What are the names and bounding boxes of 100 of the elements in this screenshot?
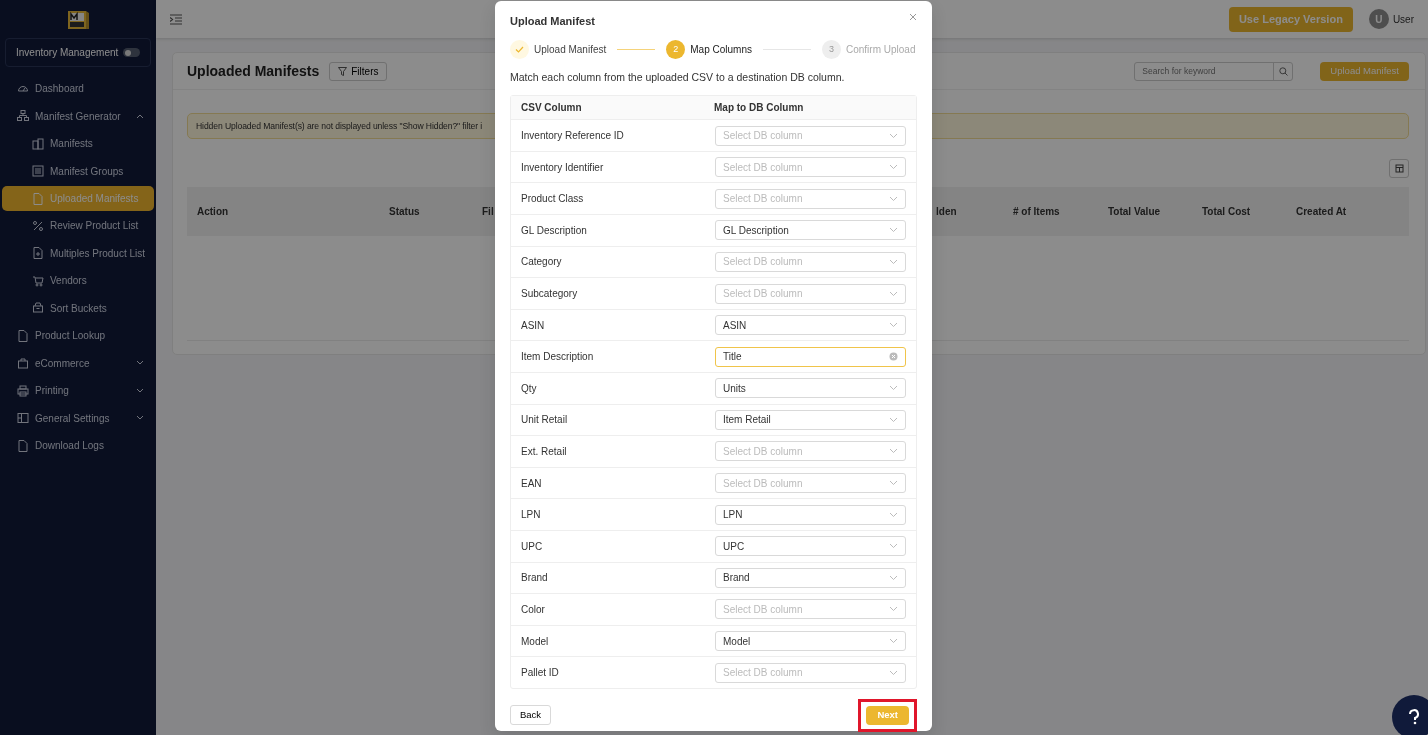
- step-label: Map Columns: [690, 43, 752, 57]
- chevron-down-icon: [889, 164, 898, 171]
- column-header: Action: [196, 205, 230, 219]
- filter-icon: [338, 66, 348, 76]
- document-icon: [17, 439, 29, 452]
- clear-icon: [889, 352, 898, 362]
- chevron-down-icon: [889, 511, 898, 518]
- column-header: Total Cost: [1201, 205, 1252, 219]
- column-select[interactable]: LPN: [715, 504, 906, 525]
- column-select[interactable]: UPC: [715, 536, 906, 557]
- filters-button[interactable]: Filters: [329, 61, 388, 81]
- nav-item[interactable]: eCommerce: [0, 349, 156, 377]
- nav-item[interactable]: Dashboard: [0, 75, 156, 103]
- section-label: Inventory Management: [16, 46, 119, 60]
- chevron-down-icon: [889, 290, 898, 297]
- chevron-down-icon: [889, 669, 898, 676]
- search-input[interactable]: Search for keyword: [1135, 62, 1274, 80]
- dialog-title: Upload Manifest: [510, 14, 595, 29]
- column-header: Created At: [1295, 205, 1348, 219]
- back-button[interactable]: Back: [510, 705, 552, 726]
- csv-column-name: Pallet ID: [520, 666, 560, 681]
- page-title: Uploaded Manifests: [187, 61, 320, 81]
- csv-column-name: Brand: [520, 571, 549, 586]
- csv-column-name: ASIN: [520, 318, 546, 333]
- printer-icon: [17, 384, 29, 397]
- nav-item[interactable]: Vendors: [0, 267, 156, 295]
- nav-item[interactable]: Multiples Product List: [0, 239, 156, 267]
- columns-icon: [1394, 164, 1404, 173]
- section-toggle[interactable]: [123, 48, 140, 57]
- document-icon: [32, 192, 44, 205]
- nav-item[interactable]: General Settings: [0, 404, 156, 432]
- column-select[interactable]: Title: [715, 346, 906, 367]
- csv-column-name: Model: [520, 634, 550, 649]
- column-select[interactable]: GL Description: [715, 220, 906, 241]
- csv-column-name: Item Description: [520, 350, 595, 365]
- chevron-down-icon: [889, 385, 898, 392]
- bag-icon: [17, 357, 29, 370]
- column-header: Status: [388, 205, 421, 219]
- csv-column-name: Ext. Retail: [520, 445, 568, 459]
- chevron-down-icon: [889, 638, 898, 645]
- columns-button[interactable]: [1389, 159, 1409, 178]
- step-label: Upload Manifest: [534, 43, 607, 57]
- column-header: # of Items: [1012, 205, 1061, 219]
- column-header: Total Value: [1107, 205, 1162, 219]
- chevron-down-icon: [889, 227, 898, 234]
- nav-item[interactable]: Review Product List: [0, 212, 156, 240]
- percent-icon: [32, 219, 44, 232]
- column-select[interactable]: Model: [715, 631, 906, 652]
- chevron-down-icon: [889, 574, 898, 581]
- close-icon: [909, 13, 917, 21]
- chevron-down-icon: [889, 195, 898, 202]
- user-avatar: U: [1368, 9, 1389, 29]
- chevron-down-icon: [889, 322, 898, 329]
- nav-item[interactable]: Product Lookup: [0, 322, 156, 350]
- user-name: User: [1392, 12, 1414, 27]
- help-icon: [1407, 709, 1421, 725]
- column-select[interactable]: Brand: [715, 567, 906, 588]
- menu-icon: [170, 13, 182, 25]
- csv-column-name: Qty: [520, 381, 538, 396]
- chevron-down-icon: [889, 132, 898, 139]
- step-number: 3: [821, 40, 841, 59]
- cart-icon: [32, 274, 44, 287]
- chevron-down-icon: [889, 480, 898, 487]
- nav-item[interactable]: Download Logs: [0, 432, 156, 460]
- column-header: Map to DB Column: [713, 101, 805, 116]
- building-icon: [32, 137, 44, 150]
- search-field[interactable]: Search for keyword: [1134, 61, 1294, 81]
- csv-column-name: LPN: [520, 508, 542, 523]
- column-select[interactable]: ASIN: [715, 315, 906, 336]
- column-header: lden: [935, 205, 958, 219]
- csv-column-name: GL Description: [520, 223, 588, 238]
- csv-column-name: Subcategory: [520, 287, 579, 301]
- document-icon: [32, 247, 44, 260]
- column-header: Fil: [481, 205, 495, 219]
- nav-item[interactable]: Manifest Groups: [0, 157, 156, 185]
- csv-column-name: Unit Retail: [520, 413, 569, 428]
- chevron-down-icon: [889, 258, 898, 265]
- nav-item[interactable]: Manifests: [0, 130, 156, 158]
- csv-column-name: UPC: [520, 539, 544, 554]
- hierarchy-icon: [17, 110, 29, 123]
- nav-item[interactable]: Sort Buckets: [0, 294, 156, 322]
- logo-icon: [66, 8, 90, 32]
- column-header: CSV Column: [520, 101, 583, 116]
- chevron-down-icon: [889, 416, 898, 423]
- chevron-down-icon: [889, 606, 898, 613]
- csv-column-name: Color: [520, 602, 546, 617]
- box-icon: [32, 302, 44, 315]
- nav-item[interactable]: Printing: [0, 377, 156, 405]
- step-label: Confirm Upload: [845, 43, 916, 57]
- column-select[interactable]: Units: [715, 378, 906, 399]
- instruction-text: Match each column from the uploaded CSV to a destination DB column.: [510, 69, 846, 85]
- grid-icon: [17, 412, 29, 425]
- column-select[interactable]: Item Retail: [715, 409, 906, 430]
- help-button[interactable]: [1392, 695, 1428, 735]
- document-icon: [17, 329, 29, 342]
- step-number: 2: [666, 40, 686, 59]
- csv-column-name: Product Class: [520, 192, 585, 207]
- csv-column-name: Category: [520, 255, 563, 270]
- chevron-down-icon: [889, 448, 898, 455]
- nav-item[interactable]: Manifest Generator: [0, 102, 156, 130]
